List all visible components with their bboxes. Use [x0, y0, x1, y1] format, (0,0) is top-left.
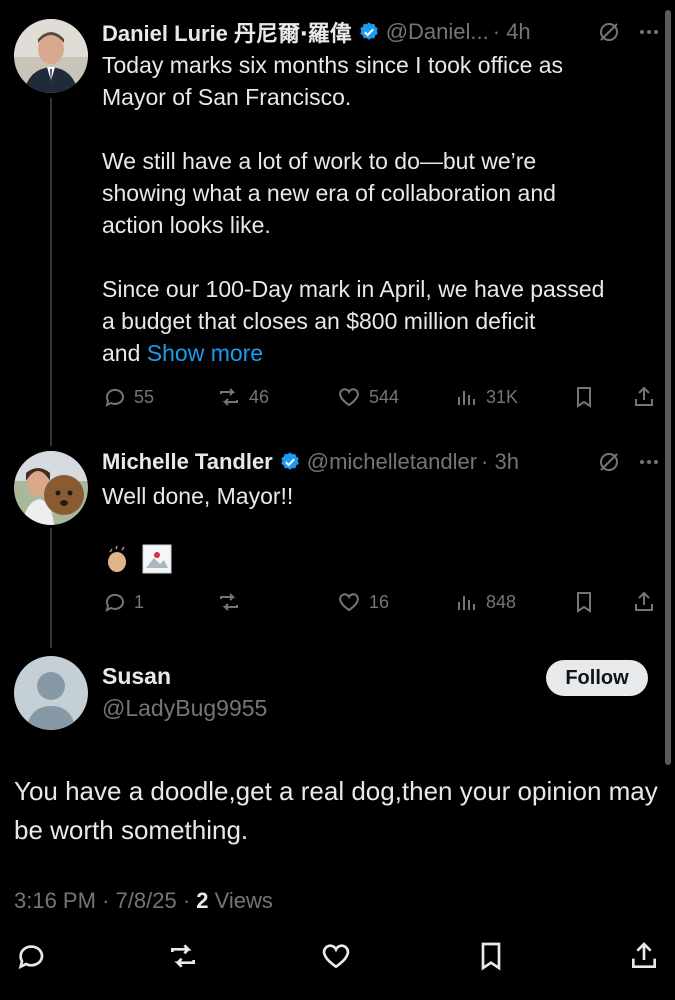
tweet-time[interactable]: · 3h — [481, 449, 519, 475]
views-icon — [458, 596, 475, 610]
more-options-icon[interactable] — [637, 450, 661, 474]
heart-icon — [339, 593, 359, 612]
reply-button[interactable]: 55 — [102, 382, 154, 412]
views-label: Views — [214, 888, 273, 913]
tweet-header: Michelle Tandler @michelletandler · 3h — [102, 447, 661, 477]
heart-icon[interactable] — [320, 940, 352, 972]
author-name[interactable]: Daniel Lurie 丹尼爾‧羅偉 — [102, 16, 352, 48]
bookmark-icon[interactable] — [475, 940, 507, 972]
reply-count: 55 — [134, 386, 155, 407]
author-handle[interactable]: @michelletandler — [307, 449, 477, 475]
share-button[interactable] — [632, 382, 656, 412]
repost-icon — [220, 593, 238, 611]
like-button[interactable]: 16 — [337, 587, 389, 617]
like-count: 544 — [369, 386, 400, 407]
reply-button[interactable]: 1 — [102, 587, 144, 617]
tweet-michelle-tandler[interactable]: Michelle Tandler @michelletandler · 3h W… — [0, 440, 675, 640]
reply-icon[interactable] — [14, 940, 46, 972]
follow-button[interactable]: Follow — [546, 660, 648, 696]
repost-count: 46 — [249, 386, 270, 407]
repost-icon[interactable] — [167, 940, 199, 972]
tweet-daniel-lurie[interactable]: Daniel Lurie 丹尼爾‧羅偉 @Daniel... · 4h Toda… — [0, 0, 675, 430]
avatar-default[interactable] — [14, 656, 88, 730]
tweet-text: Well done, Mayor!! — [102, 483, 294, 509]
bookmark-button[interactable] — [572, 587, 596, 617]
verified-badge-icon — [358, 21, 380, 43]
grok-icon[interactable] — [597, 20, 621, 44]
avatar[interactable] — [14, 451, 88, 525]
repost-button[interactable]: 46 — [217, 382, 269, 412]
main-actions — [14, 940, 662, 974]
bookmark-icon — [577, 592, 591, 613]
views-button[interactable]: 848 — [454, 587, 516, 617]
tweet-date[interactable]: 7/8/25 — [116, 888, 177, 913]
author-handle[interactable]: @LadyBug9955 — [102, 695, 267, 722]
reply-icon — [105, 593, 124, 612]
tweet-meta: 3:16 PM · 7/8/25 · 2 Views — [14, 888, 273, 914]
views-icon — [458, 391, 475, 405]
tweet-text: Today marks six months since I took offi… — [102, 49, 662, 369]
views-count: 31K — [486, 386, 519, 407]
avatar[interactable] — [14, 19, 88, 93]
views-count: 2 — [196, 888, 209, 913]
share-icon — [635, 386, 653, 406]
author-handle[interactable]: @Daniel... — [386, 19, 489, 45]
author-name[interactable]: Susan — [102, 663, 171, 690]
emoji-row — [102, 544, 172, 578]
bookmark-button[interactable] — [572, 382, 596, 412]
share-icon — [635, 591, 653, 611]
meta-separator: · — [182, 888, 197, 913]
views-button[interactable]: 31K — [454, 382, 518, 412]
views-count: 848 — [486, 591, 517, 612]
reply-icon — [105, 388, 124, 407]
tweet-body: Today marks six months since I took offi… — [102, 52, 605, 366]
scrollbar[interactable] — [665, 10, 671, 765]
reply-count: 1 — [134, 591, 145, 612]
repost-icon — [220, 388, 238, 406]
clapping-hands-emoji — [102, 544, 132, 574]
tweet-time[interactable]: 3:16 PM — [14, 888, 96, 913]
share-button[interactable] — [632, 587, 656, 617]
share-icon[interactable] — [628, 940, 660, 972]
tweet-actions: 1 16 848 — [102, 587, 660, 617]
image-emoji — [142, 544, 172, 574]
tweet-header: Daniel Lurie 丹尼爾‧羅偉 @Daniel... · 4h — [102, 17, 661, 47]
show-more-link[interactable]: Show more — [147, 340, 263, 366]
main-tweet-text: You have a doodle,get a real dog,then yo… — [14, 776, 658, 845]
more-options-icon[interactable] — [637, 20, 661, 44]
tweet-actions: 55 46 544 31K — [102, 382, 660, 412]
like-count: 16 — [369, 591, 390, 612]
grok-icon[interactable] — [597, 450, 621, 474]
verified-badge-icon — [279, 451, 301, 473]
heart-icon — [339, 388, 359, 407]
like-button[interactable]: 544 — [337, 382, 399, 412]
bookmark-icon — [577, 387, 591, 408]
tweet-time[interactable]: · 4h — [493, 19, 531, 45]
repost-button[interactable] — [217, 587, 249, 617]
author-name[interactable]: Michelle Tandler — [102, 449, 273, 475]
meta-separator: · — [102, 888, 116, 913]
